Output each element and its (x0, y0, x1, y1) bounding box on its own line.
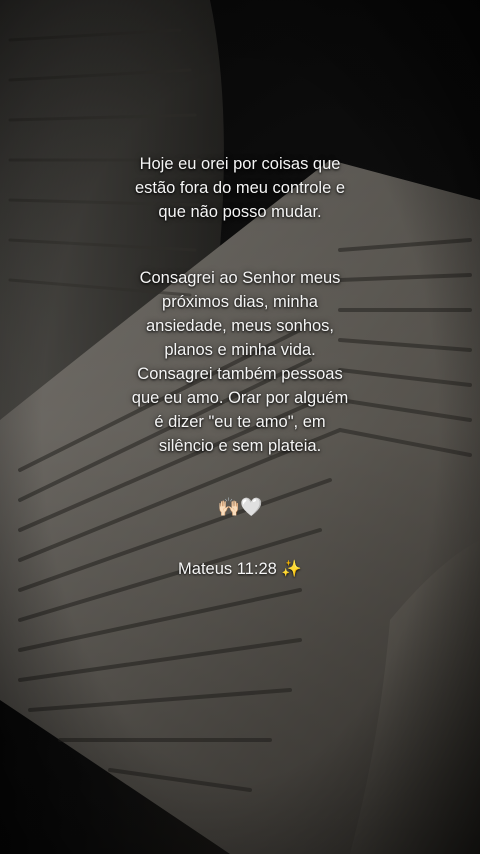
reference-text: Mateus 11:28 (178, 560, 277, 578)
caption-line: próximos dias, minha (162, 293, 318, 311)
bible-reference: Mateus 11:28 ✨ (0, 560, 480, 579)
caption-line: Consagrei ao Senhor meus (139, 269, 341, 287)
praise-hands-heart-emoji: 🙌🏻🤍 (217, 497, 263, 517)
caption-paragraph-2: Consagrei ao Senhor meus próximos dias, … (60, 266, 420, 458)
caption-line: que eu amo. Orar por alguém (131, 389, 349, 407)
sparkles-icon: ✨ (281, 560, 302, 578)
caption-line: estão fora do meu controle e (134, 179, 346, 197)
caption-line: que não posso mudar. (158, 203, 322, 221)
story-screen: Hoje eu orei por coisas que estão fora d… (0, 0, 480, 854)
caption-line: planos e minha vida. (164, 341, 316, 359)
caption-line: ansiedade, meus sonhos, (145, 317, 335, 335)
caption-line: Consagrei também pessoas (137, 365, 343, 383)
caption-line: é dizer "eu te amo", em (154, 413, 326, 431)
caption-line: silêncio e sem plateia. (158, 437, 322, 455)
caption-line: Hoje eu orei por coisas que (139, 155, 341, 173)
caption-paragraph-1: Hoje eu orei por coisas que estão fora d… (60, 152, 420, 224)
